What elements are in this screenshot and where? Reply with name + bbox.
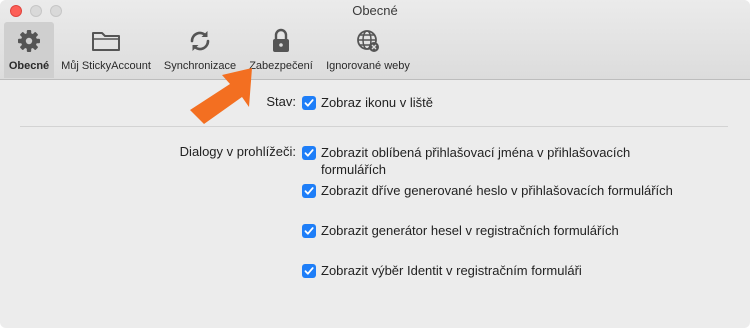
toolbar: Obecné Obecné Můj StickyAccount Synchron… <box>0 0 750 80</box>
browser-dialogs-label: Dialogy v prohlížeči: <box>179 144 296 159</box>
tab-my-stickyaccount-label: Můj StickyAccount <box>61 60 151 72</box>
show-password-generator-label: Zobrazit generátor hesel v registračních… <box>321 223 619 238</box>
tab-general-label: Obecné <box>8 60 50 72</box>
show-generated-password-label: Zobrazit dříve generované heslo v přihla… <box>321 183 673 198</box>
folder-icon <box>91 28 121 54</box>
show-identity-selection-checkbox[interactable] <box>302 264 316 278</box>
window-title: Obecné <box>352 3 398 18</box>
show-favorite-logins-label-line1: Zobrazit oblíbená přihlašovací jména v p… <box>321 145 631 160</box>
show-identity-selection-label: Zobrazit výběr Identit v registračním fo… <box>321 263 582 278</box>
gear-icon <box>14 28 44 54</box>
divider <box>20 126 728 127</box>
show-tray-icon-label: Zobraz ikonu v liště <box>321 95 433 110</box>
sync-icon <box>185 28 215 54</box>
lock-icon <box>266 28 296 54</box>
tab-ignored-websites[interactable]: Ignorované weby <box>320 22 416 78</box>
general-settings-panel: Stav: Zobraz ikonu v liště Dialogy v pro… <box>0 80 750 328</box>
tab-ignored-websites-label: Ignorované weby <box>326 60 410 72</box>
tab-my-stickyaccount[interactable]: Můj StickyAccount <box>56 22 156 78</box>
show-favorite-logins-checkbox[interactable] <box>302 146 316 160</box>
tab-general[interactable]: Obecné <box>4 22 54 78</box>
show-favorite-logins-label: Zobrazit oblíbená přihlašovací jména v p… <box>321 144 721 178</box>
highlight-arrow-icon <box>190 68 252 124</box>
show-password-generator-checkbox[interactable] <box>302 224 316 238</box>
globe-blocked-icon <box>353 28 383 54</box>
preferences-window: Obecné Obecné Můj StickyAccount Synchron… <box>0 0 750 328</box>
show-favorite-logins-label-line2: formulářích <box>321 162 387 177</box>
show-tray-icon-checkbox[interactable] <box>302 96 316 110</box>
show-generated-password-checkbox[interactable] <box>302 184 316 198</box>
